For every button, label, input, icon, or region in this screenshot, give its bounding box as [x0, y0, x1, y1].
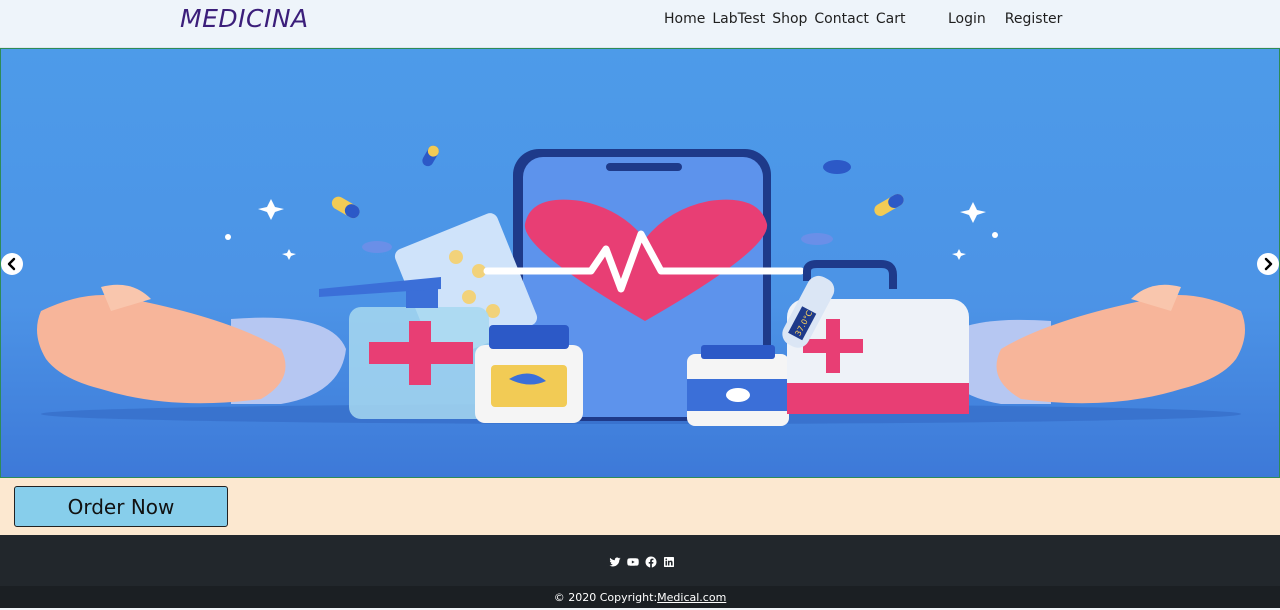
chevron-left-icon	[7, 257, 16, 271]
brand-logo[interactable]: MEDICINA	[180, 4, 309, 33]
nav-link-shop[interactable]: Shop	[772, 11, 807, 27]
copyright-link[interactable]: Medical.com	[657, 591, 726, 604]
carousel-next-button[interactable]	[1257, 253, 1279, 275]
medicine-jar	[475, 325, 583, 423]
facebook-icon[interactable]	[644, 555, 657, 568]
nav-link-labtest[interactable]: LabTest	[712, 11, 765, 27]
social-links	[608, 555, 675, 568]
youtube-icon[interactable]	[626, 555, 639, 568]
top-navbar: MEDICINA Home LabTest Shop Contact Cart …	[0, 0, 1280, 48]
nav-link-contact[interactable]: Contact	[814, 11, 868, 27]
chevron-right-icon	[1264, 257, 1273, 271]
nav-link-cart[interactable]: Cart	[876, 11, 906, 27]
copyright-bar: © 2020 Copyright:Medical.com	[0, 586, 1280, 608]
right-hand	[936, 284, 1245, 404]
copyright-text: © 2020 Copyright:	[553, 591, 658, 604]
auth-links: Login Register	[948, 11, 1081, 27]
register-link[interactable]: Register	[1005, 11, 1063, 27]
hero-carousel: 37.0°C	[0, 48, 1280, 478]
linkedin-icon[interactable]	[662, 555, 675, 568]
footer-social-bar	[0, 535, 1280, 586]
hero-illustration: 37.0°C	[37, 145, 1245, 426]
nav-links: Home LabTest Shop Contact Cart	[664, 11, 912, 27]
carousel-prev-button[interactable]	[1, 253, 23, 275]
order-section: Order Now	[0, 478, 1280, 535]
order-now-button[interactable]: Order Now	[14, 486, 228, 527]
nav-link-home[interactable]: Home	[664, 11, 705, 27]
left-hand	[37, 284, 346, 404]
login-link[interactable]: Login	[948, 11, 986, 27]
twitter-icon[interactable]	[608, 555, 621, 568]
small-bottle	[687, 345, 789, 426]
